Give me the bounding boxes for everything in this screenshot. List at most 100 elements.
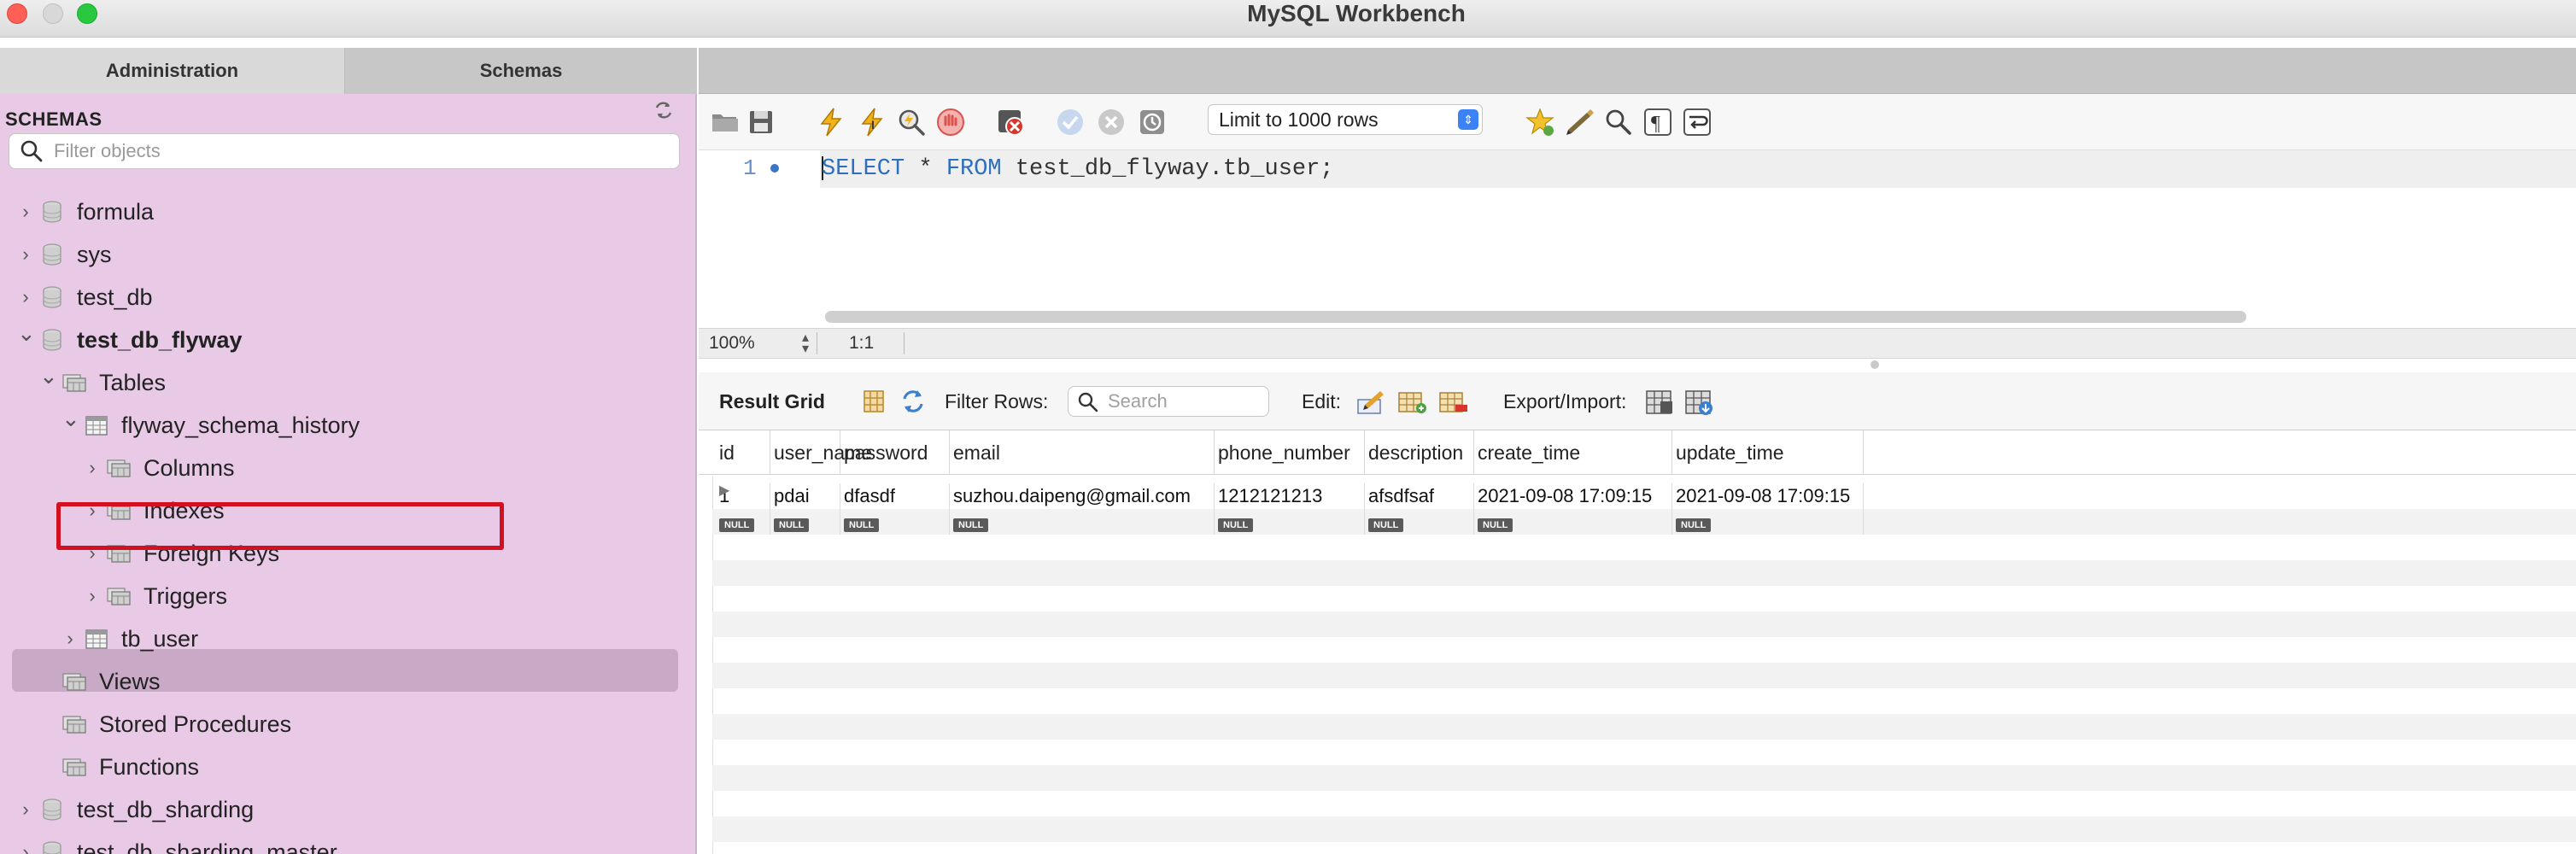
column-header-id[interactable]: id <box>716 430 770 475</box>
grid-cell[interactable]: dfasdf <box>840 483 950 509</box>
table-row[interactable] <box>712 611 2576 637</box>
grid-cell-new[interactable]: NULL <box>950 509 1215 535</box>
grid-cell[interactable]: 1212121213 <box>1215 483 1365 509</box>
table-row[interactable] <box>712 740 2576 765</box>
tab-schemas[interactable]: Schemas <box>345 48 697 94</box>
column-header-user-name[interactable]: user_name <box>770 430 872 475</box>
insert-row-icon[interactable] <box>1396 386 1428 417</box>
filter-rows-input[interactable] <box>1108 389 1262 413</box>
open-folder-icon[interactable] <box>709 106 741 138</box>
grid-cell-new[interactable]: NULL <box>770 509 840 535</box>
find-icon[interactable] <box>1602 106 1635 138</box>
chevron-right-icon[interactable]: › <box>61 629 79 649</box>
chevron-right-icon[interactable]: › <box>17 244 34 265</box>
grid-cell-new[interactable]: NULL <box>1365 509 1474 535</box>
grid-cell-new[interactable]: NULL <box>1474 509 1672 535</box>
wrap-lines-icon[interactable] <box>1681 106 1713 138</box>
grid-cell[interactable]: afsdfsaf <box>1365 483 1474 509</box>
grid-cell-new[interactable]: NULL <box>1672 509 1864 535</box>
column-header-description[interactable]: description <box>1365 430 1474 475</box>
grid-cell-new[interactable]: NULL <box>1215 509 1365 535</box>
table-row[interactable] <box>712 816 2576 842</box>
column-header-password[interactable]: password <box>840 430 950 475</box>
table-row[interactable]: NULL NULL NULL NULL NULL NULL NULL NULL <box>712 509 2576 535</box>
save-icon[interactable] <box>745 106 777 138</box>
edit-row-icon[interactable] <box>1355 386 1387 417</box>
zoom-stepper-icon[interactable]: ▴ ▾ <box>798 331 813 356</box>
invisible-chars-icon[interactable]: ¶ <box>1642 106 1674 138</box>
chevron-right-icon[interactable]: › <box>17 842 34 854</box>
grid-cell[interactable]: suzhou.daipeng@gmail.com <box>950 483 1215 509</box>
filter-objects-input[interactable] <box>54 137 669 165</box>
column-header-phone-number[interactable]: phone_number <box>1215 430 1365 475</box>
table-row[interactable]: 1 pdai dfasdf suzhou.daipeng@gmail.com 12121… <box>712 483 2576 509</box>
grid-cell-new[interactable]: NULL <box>716 509 770 535</box>
execute-current-icon[interactable]: I <box>856 106 888 138</box>
tree-item-views[interactable]: Views <box>0 661 697 702</box>
tree-item-test-db-sharding-master[interactable]: › test_db_sharding_master <box>0 832 697 854</box>
grid-cell[interactable]: 2021-09-08 17:09:15 <box>1672 483 1864 509</box>
tree-item-stored-procedures[interactable]: Stored Procedures <box>0 704 697 745</box>
refresh-results-icon[interactable] <box>897 386 929 417</box>
column-header-update-time[interactable]: update_time <box>1672 430 1864 475</box>
chevron-right-icon[interactable]: › <box>17 202 34 222</box>
commit-icon[interactable] <box>1054 106 1086 138</box>
row-limit-select[interactable]: Limit to 1000 rows ⇕ <box>1208 104 1483 135</box>
chevron-right-icon[interactable]: › <box>84 458 101 478</box>
table-row[interactable] <box>712 535 2576 560</box>
table-row[interactable] <box>712 663 2576 688</box>
import-icon[interactable] <box>1683 386 1715 417</box>
chevron-right-icon[interactable]: › <box>17 287 34 307</box>
tree-item-formula[interactable]: › formula <box>0 191 697 232</box>
autocommit-icon[interactable] <box>1136 106 1168 138</box>
table-row[interactable] <box>712 560 2576 586</box>
grid-cell-new[interactable]: NULL <box>840 509 950 535</box>
table-row[interactable] <box>712 637 2576 663</box>
chevron-down-icon[interactable]: ⌄ <box>17 322 36 344</box>
tree-item-columns[interactable]: › Columns <box>0 447 697 488</box>
chevron-updown-icon: ⇕ <box>1458 109 1478 130</box>
table-row[interactable] <box>712 791 2576 816</box>
table-row[interactable] <box>712 842 2576 854</box>
chevron-down-icon[interactable]: ⌄ <box>61 407 80 430</box>
zoom-level[interactable]: 100% <box>709 329 755 358</box>
tree-item-flyway-schema-history[interactable]: ⌄ flyway_schema_history <box>0 405 697 446</box>
grid-cell[interactable]: 2021-09-08 17:09:15 <box>1474 483 1672 509</box>
tree-item-test-db[interactable]: › test_db <box>0 277 697 318</box>
tree-item-test-db-sharding[interactable]: › test_db_sharding <box>0 789 697 830</box>
editor-horizontal-scrollbar[interactable] <box>825 311 2246 323</box>
folder-icon <box>106 584 132 608</box>
add-snippet-star-icon[interactable] <box>1524 106 1556 138</box>
table-row[interactable] <box>712 586 2576 611</box>
column-header-create-time[interactable]: create_time <box>1474 430 1672 475</box>
tree-item-triggers[interactable]: › Triggers <box>0 576 697 617</box>
table-row[interactable] <box>712 714 2576 740</box>
table-row[interactable] <box>712 765 2576 791</box>
tree-item-sys[interactable]: › sys <box>0 234 697 275</box>
column-header-email[interactable]: email <box>950 430 1215 475</box>
splitter-handle[interactable] <box>1871 360 1879 369</box>
execute-icon[interactable] <box>815 106 847 138</box>
delete-row-icon[interactable] <box>1437 386 1469 417</box>
rollback-icon[interactable] <box>1095 106 1127 138</box>
toggle-error-icon[interactable] <box>994 106 1027 138</box>
chevron-right-icon[interactable]: › <box>84 586 101 606</box>
refresh-icon[interactable] <box>653 99 675 121</box>
tree-item-label: Functions <box>99 754 200 780</box>
tree-item-test-db-flyway[interactable]: ⌄ test_db_flyway <box>0 319 697 360</box>
tree-item-functions[interactable]: Functions <box>0 746 697 787</box>
tree-item-tb-user[interactable]: › tb_user <box>0 618 697 659</box>
grid-view-icon[interactable] <box>858 386 890 417</box>
sql-editor[interactable]: 1 SELECT * FROM test_db_flyway.tb_user; <box>699 150 2576 328</box>
tree-item-tables[interactable]: ⌄ Tables <box>0 362 697 403</box>
explain-icon[interactable] <box>895 106 928 138</box>
stop-icon[interactable] <box>934 106 967 138</box>
beautify-icon[interactable] <box>1563 106 1595 138</box>
sql-text[interactable]: SELECT * FROM test_db_flyway.tb_user; <box>822 154 1334 184</box>
grid-cell[interactable]: pdai <box>770 483 840 509</box>
chevron-right-icon[interactable]: › <box>17 799 34 820</box>
table-row[interactable] <box>712 688 2576 714</box>
export-icon[interactable] <box>1643 386 1676 417</box>
tab-administration[interactable]: Administration <box>0 48 345 94</box>
chevron-down-icon[interactable]: ⌄ <box>39 365 58 387</box>
